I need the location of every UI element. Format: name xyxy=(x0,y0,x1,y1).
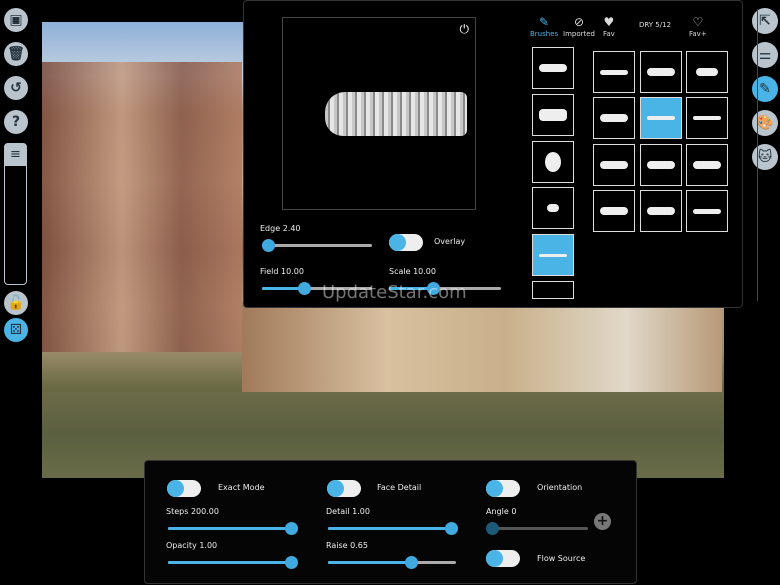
brush-category[interactable] xyxy=(532,94,574,136)
brush-item[interactable] xyxy=(686,190,728,232)
tab-fav[interactable]: ♥ Fav xyxy=(603,15,615,38)
face-detail-toggle[interactable] xyxy=(327,480,361,497)
image-icon: ▣ xyxy=(9,12,23,28)
tab-fav-plus[interactable]: ♡ Fav+ xyxy=(689,15,707,38)
image-button[interactable]: ▣ xyxy=(4,8,28,32)
brush-item[interactable] xyxy=(686,144,728,186)
field-label: Field 10.00 xyxy=(260,267,304,276)
undo-button[interactable]: ↺ xyxy=(4,76,28,100)
face-detail-label: Face Detail xyxy=(377,483,422,492)
scale-slider[interactable] xyxy=(389,282,501,295)
steps-label: Steps 200.00 xyxy=(166,507,219,516)
brush-panel: ⏻ Edge 2.40 Overlay Field 10.00 Scale 10… xyxy=(243,0,758,308)
brush-item[interactable] xyxy=(593,190,635,232)
brush-category[interactable] xyxy=(532,281,574,299)
brush-preview: ⏻ xyxy=(282,17,476,210)
controls-panel: Exact Mode Face Detail Orientation Steps… xyxy=(144,460,637,584)
brush-category-selected[interactable] xyxy=(532,234,574,276)
raise-slider[interactable] xyxy=(328,556,456,569)
unlock-button[interactable]: 🔓 xyxy=(4,291,28,315)
palette-button[interactable]: 🎨 xyxy=(752,110,778,136)
scale-label: Scale 10.00 xyxy=(389,267,436,276)
unlock-icon: 🔓 xyxy=(7,295,25,311)
angle-label: Angle 0 xyxy=(486,507,517,516)
trash-icon: 🗑 xyxy=(7,46,25,62)
cat-icon: 🐱 xyxy=(757,149,773,165)
tab-brushes[interactable]: ✎ Brushes xyxy=(530,15,558,38)
brush-button[interactable]: ✎ xyxy=(752,76,778,102)
raise-label: Raise 0.65 xyxy=(326,541,368,550)
add-angle-button[interactable]: + xyxy=(594,513,611,530)
help-button[interactable]: ? xyxy=(4,110,28,134)
brush-item-selected[interactable] xyxy=(640,97,682,139)
imported-icon: ⊘ xyxy=(573,15,585,29)
edge-label: Edge 2.40 xyxy=(260,224,301,233)
dice-icon: ⚄ xyxy=(9,322,23,338)
field-slider[interactable] xyxy=(262,282,372,295)
dry-counter: DRY 5/12 xyxy=(639,21,672,29)
brush-item[interactable] xyxy=(640,144,682,186)
brush-item[interactable] xyxy=(593,144,635,186)
exact-mode-label: Exact Mode xyxy=(218,483,265,492)
export-icon: ⇱ xyxy=(759,13,771,29)
brush-item[interactable] xyxy=(686,51,728,93)
brush-item[interactable] xyxy=(686,97,728,139)
exact-mode-toggle[interactable] xyxy=(167,480,201,497)
steps-slider[interactable] xyxy=(168,522,298,535)
opacity-label: Opacity 1.00 xyxy=(166,541,218,550)
painting-building-right xyxy=(242,302,722,392)
brush-category[interactable] xyxy=(532,141,574,183)
cat-button[interactable]: 🐱 xyxy=(752,144,778,170)
orientation-label: Orientation xyxy=(537,483,583,492)
edge-slider[interactable] xyxy=(262,239,372,252)
export-button[interactable]: ⇱ xyxy=(752,8,778,34)
brush-stroke-preview xyxy=(325,92,467,136)
brush-item[interactable] xyxy=(593,51,635,93)
angle-slider[interactable] xyxy=(486,522,588,535)
detail-label: Detail 1.00 xyxy=(326,507,370,516)
brush-category[interactable] xyxy=(532,47,574,89)
help-icon: ? xyxy=(11,114,21,130)
brush-category[interactable] xyxy=(532,187,574,229)
overlay-label: Overlay xyxy=(434,237,466,246)
layers-panel[interactable]: ≡ xyxy=(4,143,27,285)
undo-icon: ↺ xyxy=(10,80,22,96)
palette-icon: 🎨 xyxy=(756,115,774,131)
opacity-slider[interactable] xyxy=(168,556,298,569)
overlay-toggle[interactable] xyxy=(389,234,423,251)
power-icon[interactable]: ⏻ xyxy=(460,22,470,37)
painting-building-left xyxy=(42,62,242,352)
trash-button[interactable]: 🗑 xyxy=(4,42,28,66)
tab-imported[interactable]: ⊘ Imported xyxy=(563,15,595,38)
brush-item[interactable] xyxy=(640,51,682,93)
detail-slider[interactable] xyxy=(328,522,458,535)
brush-item[interactable] xyxy=(593,97,635,139)
toggle-settings-button[interactable]: ⚌ xyxy=(752,42,778,68)
dice-button[interactable]: ⚄ xyxy=(4,318,28,342)
flow-source-toggle[interactable] xyxy=(486,550,520,567)
heart-plus-icon: ♡ xyxy=(692,15,704,29)
menu-icon[interactable]: ≡ xyxy=(5,144,26,166)
brush-item[interactable] xyxy=(640,190,682,232)
brush-tab-icon: ✎ xyxy=(539,15,550,29)
brush-icon: ✎ xyxy=(759,81,771,97)
toggle-settings-icon: ⚌ xyxy=(758,47,772,63)
panel-divider xyxy=(757,9,758,301)
plus-icon: + xyxy=(596,513,609,529)
heart-icon: ♥ xyxy=(603,15,615,29)
flow-source-label: Flow Source xyxy=(537,554,586,563)
orientation-toggle[interactable] xyxy=(486,480,520,497)
